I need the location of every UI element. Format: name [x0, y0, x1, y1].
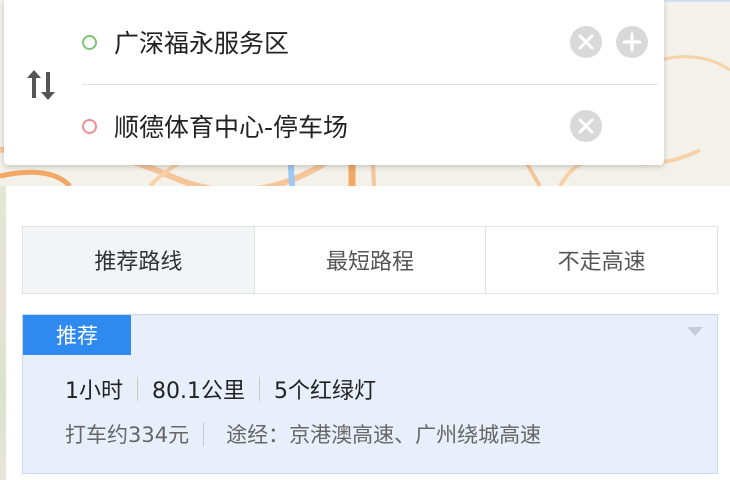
divider	[259, 377, 260, 401]
route-duration: 1小时	[65, 379, 123, 404]
taxi-fare: 打车约334元	[65, 423, 190, 447]
map-edge	[0, 186, 6, 480]
recommended-badge: 推荐	[23, 315, 131, 355]
add-waypoint-icon[interactable]	[616, 26, 648, 58]
clear-icon[interactable]	[570, 26, 602, 58]
clear-icon[interactable]	[570, 110, 602, 142]
route-details: 打车约334元 途经：京港澳高速、广州绕城高速	[65, 419, 541, 449]
triangle-down-icon[interactable]	[687, 327, 703, 337]
divider	[137, 377, 138, 401]
divider	[203, 422, 205, 446]
route-result-card[interactable]: 推荐 1小时 80.1公里 5个红绿灯 打车约334元 途经：京港澳高速、广州绕…	[22, 314, 718, 474]
tab-shortest[interactable]: 最短路程	[253, 227, 486, 293]
start-point-icon	[82, 34, 97, 50]
via-roads: 途经：京港澳高速、广州绕城高速	[226, 423, 542, 447]
divider	[82, 84, 658, 85]
tab-recommended[interactable]: 推荐路线	[23, 227, 254, 293]
swap-direction-icon[interactable]	[24, 68, 60, 102]
route-summary: 1小时 80.1公里 5个红绿灯	[65, 373, 376, 405]
end-location-row[interactable]: 顺德体育中心-停车场	[82, 86, 664, 166]
route-strategy-tabs: 推荐路线 最短路程 不走高速	[22, 226, 718, 294]
traffic-light-count: 5个红绿灯	[274, 379, 376, 404]
start-location-row[interactable]: 广深福永服务区	[82, 2, 664, 82]
route-distance: 80.1公里	[152, 379, 245, 404]
end-point-icon	[82, 118, 97, 134]
tab-no-highway[interactable]: 不走高速	[485, 227, 718, 293]
route-search-panel: 广深福永服务区 顺德体育中心-停车场	[4, 0, 664, 165]
